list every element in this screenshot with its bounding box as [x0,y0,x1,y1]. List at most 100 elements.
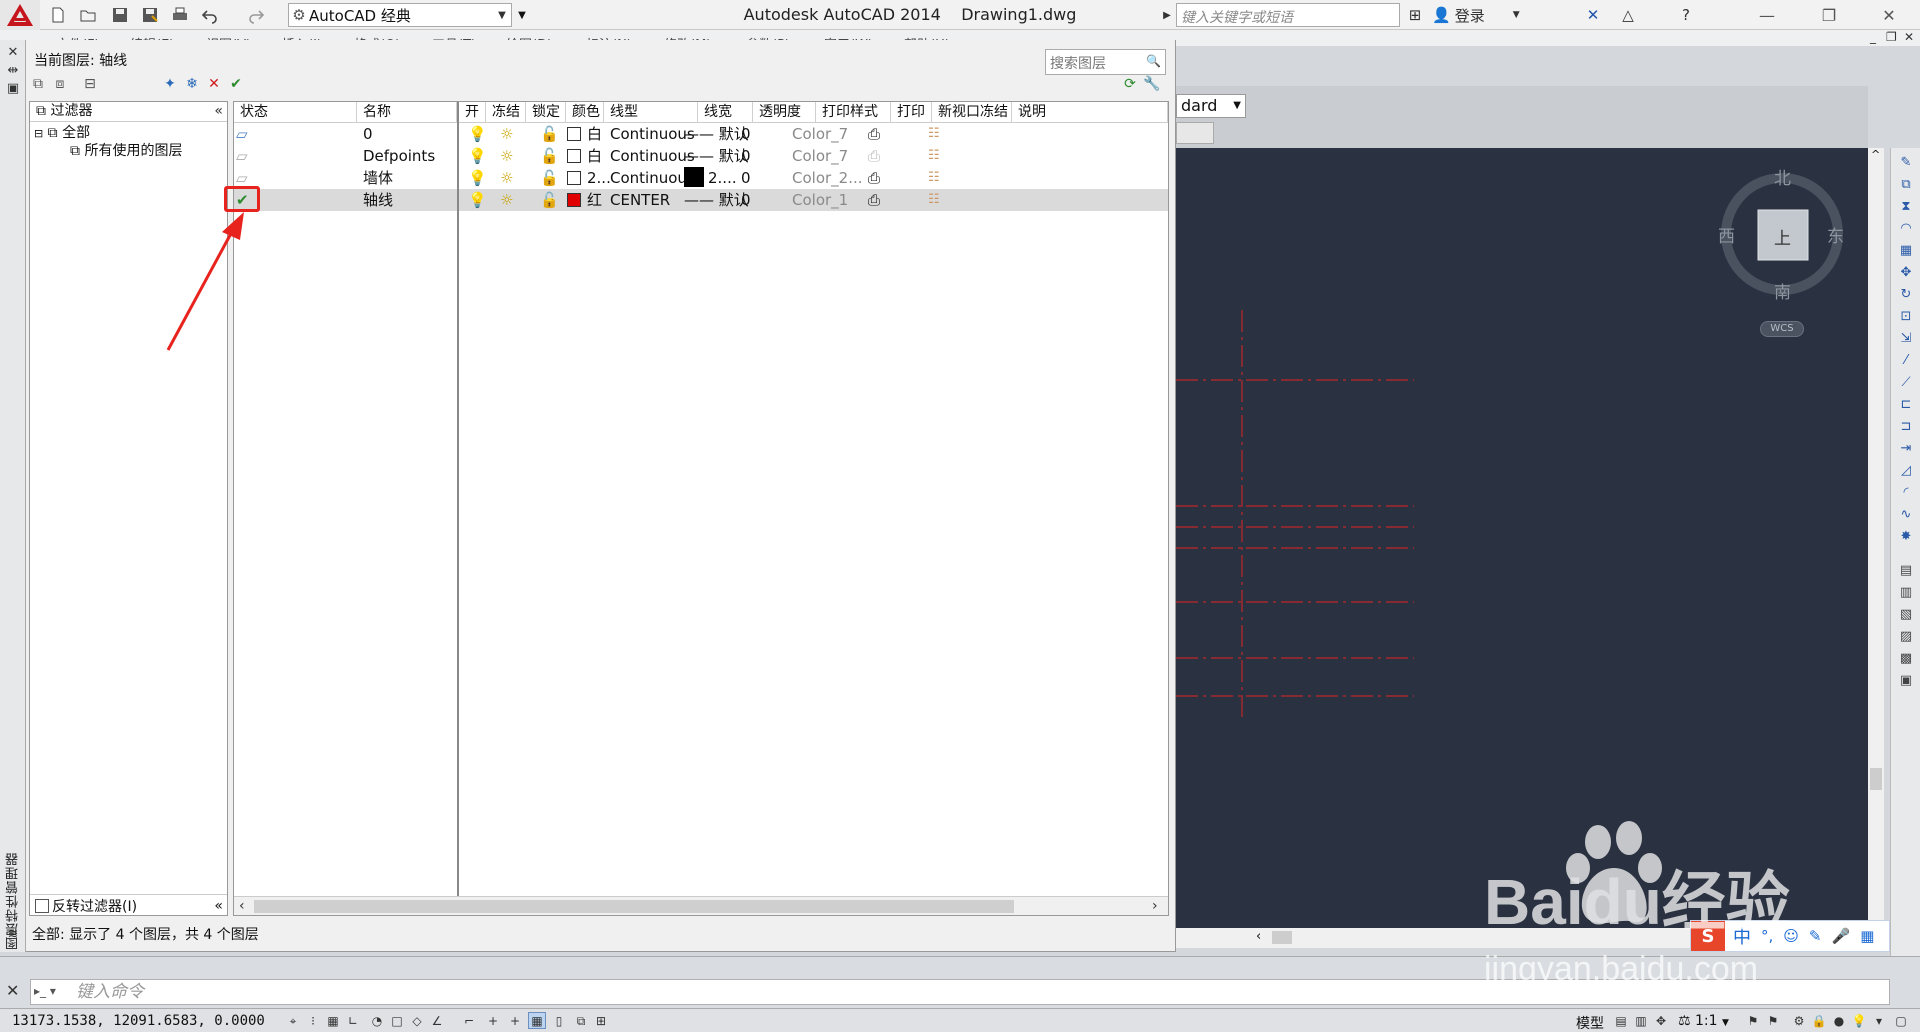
col-header-vp-freeze[interactable]: 新视口冻结 [932,102,1012,123]
break-point-icon[interactable]: ⊏ [1897,396,1915,414]
fillet-icon[interactable]: ◜ [1897,484,1915,502]
collapse-icon[interactable]: « [214,898,223,914]
annotation-scale[interactable]: ⚖ 1:1 ▼ [1678,1013,1729,1029]
quick-props-icon[interactable]: ▯ [550,1012,568,1029]
lightbulb-icon[interactable]: 💡 [468,145,487,167]
selection-cycling-icon[interactable]: ⧉ [572,1012,590,1029]
text-front-icon[interactable]: ▩ [1897,650,1915,668]
chevron-left-icon[interactable]: ‹ [239,898,245,914]
layer-linetype[interactable]: CENTER [610,189,670,211]
printer-icon[interactable]: ⎙ [868,189,880,211]
layer-linetype[interactable]: Continuous [610,123,695,145]
layer-name[interactable]: 0 [363,123,373,145]
layer-transparency[interactable]: 0 [741,123,751,145]
lightbulb-icon[interactable]: 💡 [468,189,487,211]
scroll-thumb[interactable] [1870,768,1882,790]
layer-lineweight[interactable]: —— 默认 [684,189,749,211]
blend-icon[interactable]: ∿ [1897,506,1915,524]
unlock-icon[interactable]: 🔓 [540,123,559,145]
workspace-select[interactable]: ⚙ AutoCAD 经典 ▼ [288,3,512,27]
layer-name[interactable]: Defpoints [363,145,435,167]
otrack-icon[interactable]: ∠ [428,1012,446,1029]
clean-screen-icon[interactable]: ▢ [1892,1012,1910,1029]
workspace-switch-icon[interactable]: ⚙ [1790,1012,1808,1029]
grid-icon[interactable]: ▦ [324,1012,342,1029]
drawing-vscroll[interactable]: ^ [1868,148,1884,928]
binoculars-button[interactable]: ⊞ [1404,4,1426,26]
layer-transparency[interactable]: 0 [741,167,751,189]
col-header-on[interactable]: 开 [459,102,486,123]
break-icon[interactable]: ⊐ [1897,418,1915,436]
sun-icon[interactable]: ☼ [500,189,513,211]
refresh-button[interactable]: ⟳ [1120,75,1140,93]
lineweight-toggle-icon[interactable]: + [506,1012,524,1029]
wcs-menu-button[interactable]: WCS [1760,321,1804,337]
dyn-input-icon[interactable]: + [484,1012,502,1029]
invert-filter-checkbox[interactable] [35,898,49,913]
ortho-icon[interactable]: ∟ [344,1012,362,1029]
layer-transparency[interactable]: 0 [741,189,751,211]
layer-search-input[interactable]: 搜索图层 🔍 [1045,49,1166,75]
minimize-button[interactable]: — [1744,0,1790,30]
ducs-icon[interactable]: ⌐ [460,1012,478,1029]
scale-icon[interactable]: ⊡ [1897,308,1915,326]
layer-list-hscroll[interactable]: ‹ › [234,896,1168,915]
layer-linetype[interactable]: Continuous [610,167,695,189]
layer-lineweight[interactable]: 2.... [684,167,737,189]
printer-disabled-icon[interactable]: ⎙ [868,145,880,167]
explode-icon[interactable]: ✸ [1897,528,1915,546]
compass-north[interactable]: 北 [1774,164,1791,189]
hatch-back-icon[interactable]: ▣ [1897,672,1915,690]
annotation-visibility-icon[interactable]: ⚑ [1744,1012,1762,1029]
erase-icon[interactable]: ✎ [1897,154,1915,172]
quick-view-icon[interactable]: ▥ [1632,1012,1650,1029]
doc-restore-button[interactable]: ❐ [1886,30,1897,44]
layer-color[interactable]: 2... [567,167,611,189]
osnap-icon[interactable]: □ [388,1012,406,1029]
command-prompt-icon[interactable]: ▸_ ▾ [34,984,56,998]
move-icon[interactable]: ✥ [1897,264,1915,282]
layer-color[interactable]: 白 [567,145,602,167]
col-header-transparency[interactable]: 透明度 [753,102,816,123]
col-header-lock[interactable]: 锁定 [526,102,566,123]
chevron-left-icon[interactable]: ‹ [1256,929,1261,944]
search-expand-button[interactable]: ▶ [1160,4,1174,26]
compass-south[interactable]: 南 [1774,278,1791,303]
help-button[interactable]: ? [1668,4,1704,26]
compass-west[interactable]: 西 [1718,222,1735,247]
snap-mode-icon[interactable]: ⁝ [304,1012,322,1029]
table-row[interactable]: ▱ 0 💡 ☼ 🔓 白 Continuous —— 默认 0 Color_7 ⎙… [234,123,1168,145]
vp-freeze-icon[interactable]: ☷ [928,123,940,145]
viewcube-top-label[interactable]: 上 [1774,224,1791,249]
draworder-under-icon[interactable]: ▨ [1897,628,1915,646]
hardware-accel-icon[interactable]: ● [1830,1012,1848,1029]
3d-osnap-icon[interactable]: ◇ [408,1012,426,1029]
layer-transparency[interactable]: 0 [741,145,751,167]
microphone-icon[interactable]: 🎤 [1832,927,1851,945]
join-icon[interactable]: ⇥ [1897,440,1915,458]
close-icon[interactable]: ✕ [6,981,19,1000]
stretch-icon[interactable]: ⇲ [1897,330,1915,348]
scroll-thumb[interactable] [1272,931,1292,944]
layer-lineweight[interactable]: —— 默认 [684,123,749,145]
layout-icon[interactable]: ▤ [1612,1012,1630,1029]
col-header-linetype[interactable]: 线型 [604,102,698,123]
mirror-icon[interactable]: ⧗ [1897,198,1915,216]
layer-name[interactable]: 墙体 [363,167,393,189]
trim-icon[interactable]: ⁄ [1897,352,1915,370]
col-header-name[interactable]: 名称 [357,102,457,123]
statusbar-menu-icon[interactable]: ▾ [1870,1012,1888,1029]
annotation-monitor-icon[interactable]: ⊞ [592,1012,610,1029]
unlock-icon[interactable]: 🔓 [540,145,559,167]
vp-freeze-icon[interactable]: ☷ [928,167,940,189]
col-header-lineweight[interactable]: 线宽 [698,102,753,123]
model-space-toggle[interactable]: 模型 [1576,1013,1604,1032]
sun-icon[interactable]: ☼ [500,167,513,189]
array-icon[interactable]: ▦ [1897,242,1915,260]
isolate-objects-icon[interactable]: 💡 [1850,1012,1868,1029]
layer-color[interactable]: 白 [567,123,602,145]
secondary-style-select[interactable] [1176,122,1214,144]
col-header-plot[interactable]: 打印 [891,102,932,123]
table-row-current[interactable]: ✔ 轴线 💡 ☼ 🔓 红 CENTER —— 默认 0 Color_1 ⎙ ☷ [234,189,1168,211]
unlock-icon[interactable]: 🔓 [540,189,559,211]
